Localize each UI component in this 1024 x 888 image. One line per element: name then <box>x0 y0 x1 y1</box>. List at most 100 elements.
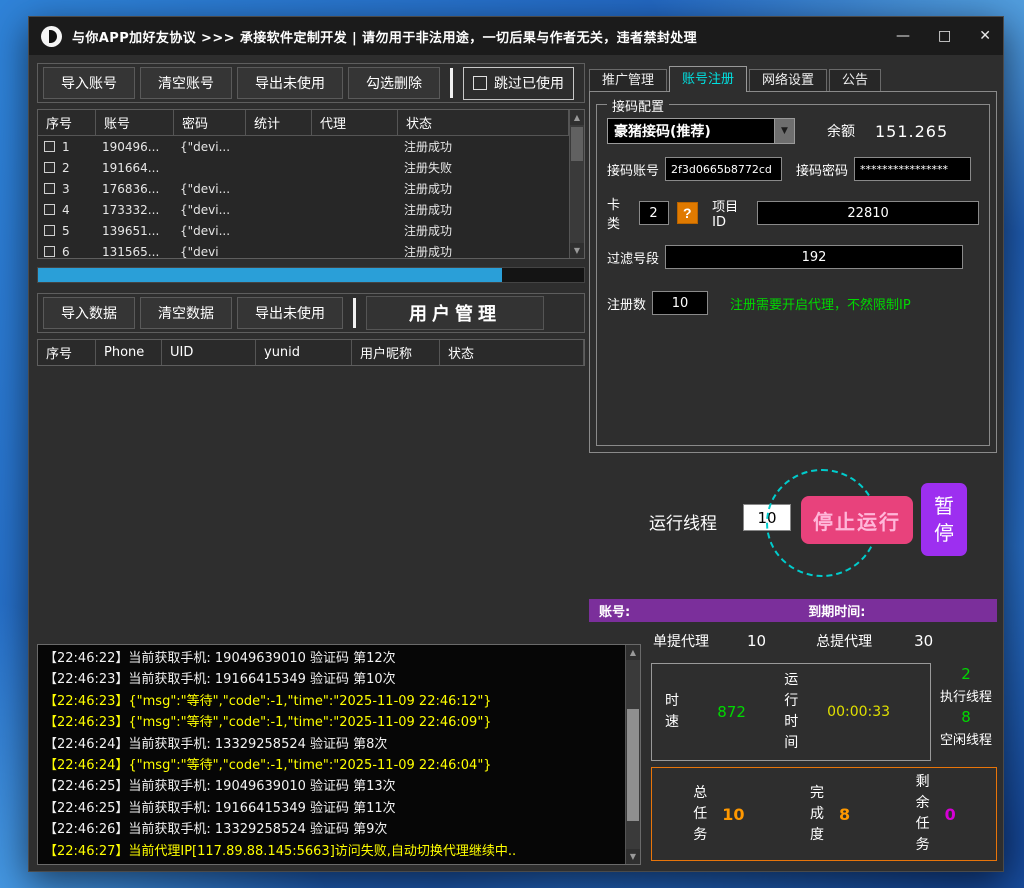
column-header: 序号 <box>38 340 96 365</box>
minimize-button[interactable]: — <box>896 28 910 44</box>
progress-bar <box>37 267 585 283</box>
proxy-stats-row: 单提代理 10 总提代理 30 <box>653 631 933 651</box>
log-line: 【22:46:25】当前获取手机: 19166415349 验证码 第11次 <box>44 798 619 819</box>
row-checkbox[interactable] <box>44 204 55 215</box>
single-proxy-label: 单提代理 <box>653 631 709 651</box>
tab[interactable]: 账号注册 <box>669 66 747 92</box>
title-bar[interactable]: 与你APP加好友协议 >>> 承接软件定制开发 | 请勿用于非法用途，一切后果与… <box>29 17 1003 55</box>
log-scrollbar[interactable]: ▲ ▼ <box>625 645 640 864</box>
log-line: 【22:46:27】当前代理IP[117.89.88.145:5663]访问失败… <box>44 841 619 862</box>
total-proxy-label: 总提代理 <box>816 631 872 651</box>
maximize-button[interactable]: □ <box>938 28 951 44</box>
column-header: 状态 <box>398 110 569 135</box>
row-checkbox[interactable] <box>44 141 55 152</box>
tab[interactable]: 推广管理 <box>589 69 667 92</box>
proxy-warning-note: 注册需要开启代理，不然限制IP <box>730 294 911 313</box>
tab-bar: 推广管理账号注册网络设置公告 <box>589 66 883 92</box>
tab[interactable]: 公告 <box>829 69 881 92</box>
speed-label: 时速 <box>664 691 680 733</box>
user-manage-button[interactable]: 用户管理 <box>366 296 544 330</box>
log-lines: 【22:46:22】当前获取手机: 19049639010 验证码 第12次【2… <box>38 645 625 864</box>
runtime-value: 00:00:33 <box>799 704 918 720</box>
sms-provider-value: 豪猪接码(推荐) <box>608 121 774 141</box>
scroll-down-icon[interactable]: ▼ <box>626 849 640 864</box>
idle-threads-label: 空闲线程 <box>940 729 992 748</box>
remain-tasks-label: 剩余任务 <box>915 772 931 856</box>
sms-provider-select[interactable]: 豪猪接码(推荐) ▼ <box>607 118 795 144</box>
table-row[interactable]: 1 190496... {"devi... 注册成功 <box>38 136 569 157</box>
done-label: 完成度 <box>809 783 825 846</box>
toolbar-button[interactable]: 导出未使用 <box>237 67 343 99</box>
skip-used-checkbox-group[interactable]: 跳过已使用 <box>463 67 574 100</box>
column-header: 账号 <box>96 110 174 135</box>
pause-button[interactable]: 暂停 <box>921 483 967 556</box>
scroll-up-icon[interactable]: ▲ <box>570 110 584 125</box>
sms-password-label: 接码密码 <box>796 160 848 179</box>
row-checkbox[interactable] <box>44 246 55 257</box>
log-line: 【22:46:24】{"msg":"等待","code":-1,"time":"… <box>44 755 619 776</box>
sms-password-input[interactable] <box>854 157 971 181</box>
run-thread-label: 运行线程 <box>649 509 717 534</box>
scrollbar-thumb[interactable] <box>627 709 639 821</box>
row-checkbox[interactable] <box>44 183 55 194</box>
column-header: UID <box>162 340 256 365</box>
account-table: 序号账号密码统计代理状态 1 190496... {"devi... 注册成功 … <box>37 109 585 259</box>
chevron-down-icon[interactable]: ▼ <box>774 119 794 143</box>
toolbar-button[interactable]: 勾选删除 <box>348 67 440 99</box>
close-button[interactable]: ✕ <box>979 28 991 44</box>
account-table-header: 序号账号密码统计代理状态 <box>38 110 569 136</box>
scroll-down-icon[interactable]: ▼ <box>570 243 584 258</box>
scrollbar-thumb[interactable] <box>571 127 583 161</box>
card-type-input[interactable] <box>639 201 669 225</box>
row-checkbox[interactable] <box>44 225 55 236</box>
toolbar-button[interactable]: 导入数据 <box>43 297 135 329</box>
row-checkbox[interactable] <box>44 162 55 173</box>
sms-account-input[interactable] <box>665 157 782 181</box>
toolbar-button[interactable]: 导入账号 <box>43 67 135 99</box>
table-row[interactable]: 3 176836... {"devi... 注册成功 <box>38 178 569 199</box>
table-row[interactable]: 2 191664... 注册失败 <box>38 157 569 178</box>
table-row[interactable]: 5 139651... {"devi... 注册成功 <box>38 220 569 241</box>
scroll-up-icon[interactable]: ▲ <box>626 645 640 660</box>
idle-threads-value: 8 <box>961 708 971 726</box>
account-toolbar: 导入账号清空账号导出未使用勾选删除 跳过已使用 <box>37 63 585 103</box>
app-window: 与你APP加好友协议 >>> 承接软件定制开发 | 请勿用于非法用途，一切后果与… <box>28 16 1004 872</box>
toolbar-button[interactable]: 清空数据 <box>140 297 232 329</box>
balance-value: 151.265 <box>875 122 948 141</box>
column-header: yunid <box>256 340 352 365</box>
toolbar-button[interactable]: 清空账号 <box>140 67 232 99</box>
tab[interactable]: 网络设置 <box>749 69 827 92</box>
tasks-box: 总任务 10 完成度 8 剩余任务 0 <box>651 767 997 861</box>
column-header: 代理 <box>312 110 398 135</box>
speed-runtime-box: 时速 872 运行时间 00:00:33 <box>651 663 931 761</box>
account-label: 账号: <box>599 601 630 620</box>
remain-tasks-value: 0 <box>945 805 956 824</box>
register-count-label: 注册数 <box>607 294 646 313</box>
toolbar-button[interactable]: 导出未使用 <box>237 297 343 329</box>
groupbox-legend: 接码配置 <box>607 96 669 115</box>
desktop: { "window": { "title": "与你APP加好友协议 >>> 承… <box>0 0 1024 888</box>
register-tab-panel: 接码配置 豪猪接码(推荐) ▼ 余额 151.265 接码账号 接码密码 卡类 … <box>589 91 997 453</box>
account-toolbar-buttons: 导入账号清空账号导出未使用勾选删除 <box>43 66 440 100</box>
balance-label: 余额 <box>827 121 855 141</box>
data-toolbar: 导入数据清空数据导出未使用 用户管理 <box>37 293 585 333</box>
exec-threads-value: 2 <box>961 665 971 683</box>
runtime-label: 运行时间 <box>783 670 799 754</box>
filter-segment-input[interactable] <box>665 245 963 269</box>
skip-used-checkbox[interactable] <box>473 76 487 90</box>
window-title: 与你APP加好友协议 >>> 承接软件定制开发 | 请勿用于非法用途，一切后果与… <box>72 27 697 46</box>
stop-run-button[interactable]: 停止运行 <box>801 496 913 544</box>
account-table-scrollbar[interactable]: ▲ ▼ <box>569 110 584 258</box>
table-row[interactable]: 4 173332... {"devi... 注册成功 <box>38 199 569 220</box>
app-icon <box>41 26 62 47</box>
table-row[interactable]: 6 131565... {"devi 注册成功 <box>38 241 569 258</box>
column-header: 统计 <box>246 110 312 135</box>
progress-fill <box>38 268 502 282</box>
log-line: 【22:46:24】当前获取手机: 13329258524 验证码 第8次 <box>44 734 619 755</box>
column-header: 序号 <box>38 110 96 135</box>
single-proxy-value: 10 <box>747 632 766 650</box>
column-header: Phone <box>96 340 162 365</box>
help-button[interactable]: ? <box>677 202 699 224</box>
project-id-input[interactable] <box>757 201 979 225</box>
register-count-input[interactable] <box>652 291 708 315</box>
